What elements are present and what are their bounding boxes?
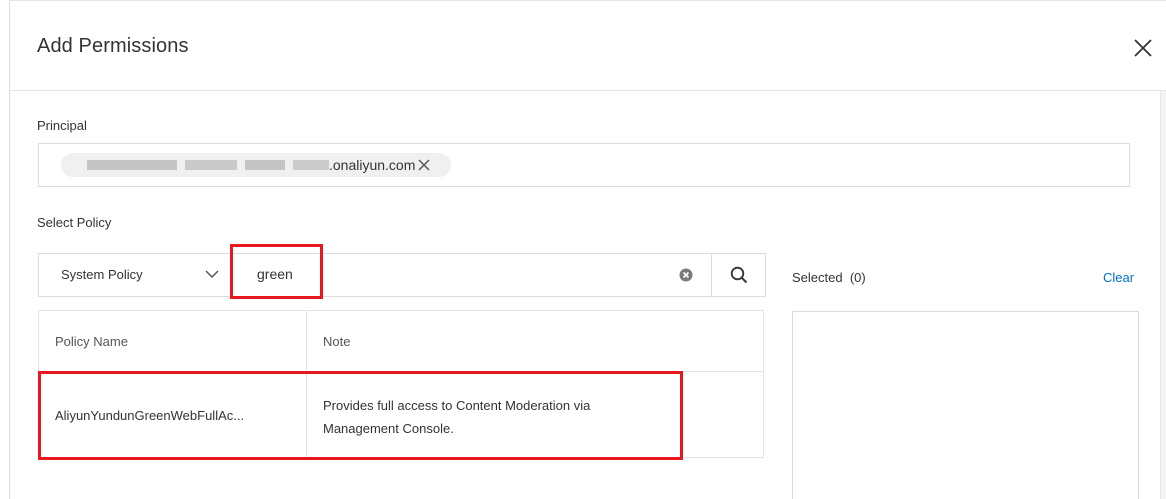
remove-principal-button[interactable] [417, 158, 431, 172]
principal-label: Principal [37, 118, 87, 133]
principal-tag-text: .onaliyun.com [329, 157, 416, 173]
redacted-text [245, 160, 285, 170]
principal-field[interactable]: .onaliyun.com [38, 143, 1130, 187]
close-icon [418, 159, 430, 171]
selected-label: Selected [792, 270, 843, 285]
select-policy-label: Select Policy [37, 215, 112, 230]
search-icon [730, 266, 748, 284]
selected-header: Selected (0) [792, 270, 866, 285]
column-header-note: Note [323, 333, 351, 349]
clear-search-button[interactable] [679, 268, 693, 282]
policy-table: Policy Name Note AliyunYundunGreenWebFul… [38, 310, 764, 458]
policy-note-line: Provides full access to Content Moderati… [323, 398, 591, 413]
column-header-policy-name: Policy Name [39, 311, 307, 371]
principal-tag: .onaliyun.com [61, 153, 451, 177]
policy-search-row: System Policy [38, 253, 766, 297]
dialog-title: Add Permissions [37, 35, 189, 57]
selected-policies-list [792, 311, 1139, 499]
close-button[interactable] [1130, 35, 1156, 61]
redacted-text [185, 160, 237, 170]
selected-count: (0) [849, 270, 866, 285]
chevron-down-icon [205, 270, 219, 279]
redacted-text [87, 160, 177, 170]
scrollbar[interactable] [1160, 91, 1166, 499]
policy-type-select[interactable]: System Policy [39, 254, 231, 296]
clear-circle-icon [679, 268, 693, 282]
add-permissions-dialog: Add Permissions Principal .onaliyun.com … [9, 0, 1166, 499]
close-icon [1134, 39, 1152, 57]
policy-name-cell: AliyunYundunGreenWebFullAc... [39, 372, 307, 458]
table-row[interactable]: AliyunYundunGreenWebFullAc... Provides f… [39, 371, 763, 458]
policy-type-value: System Policy [61, 267, 143, 282]
redacted-text [293, 160, 329, 170]
policy-note-cell: Provides full access to Content Moderati… [307, 372, 667, 458]
dialog-header: Add Permissions [10, 1, 1166, 91]
clear-selected-link[interactable]: Clear [1103, 270, 1134, 285]
policy-search-input[interactable] [231, 255, 677, 293]
policy-note-line: Management Console. [323, 421, 454, 436]
search-button[interactable] [711, 254, 766, 296]
